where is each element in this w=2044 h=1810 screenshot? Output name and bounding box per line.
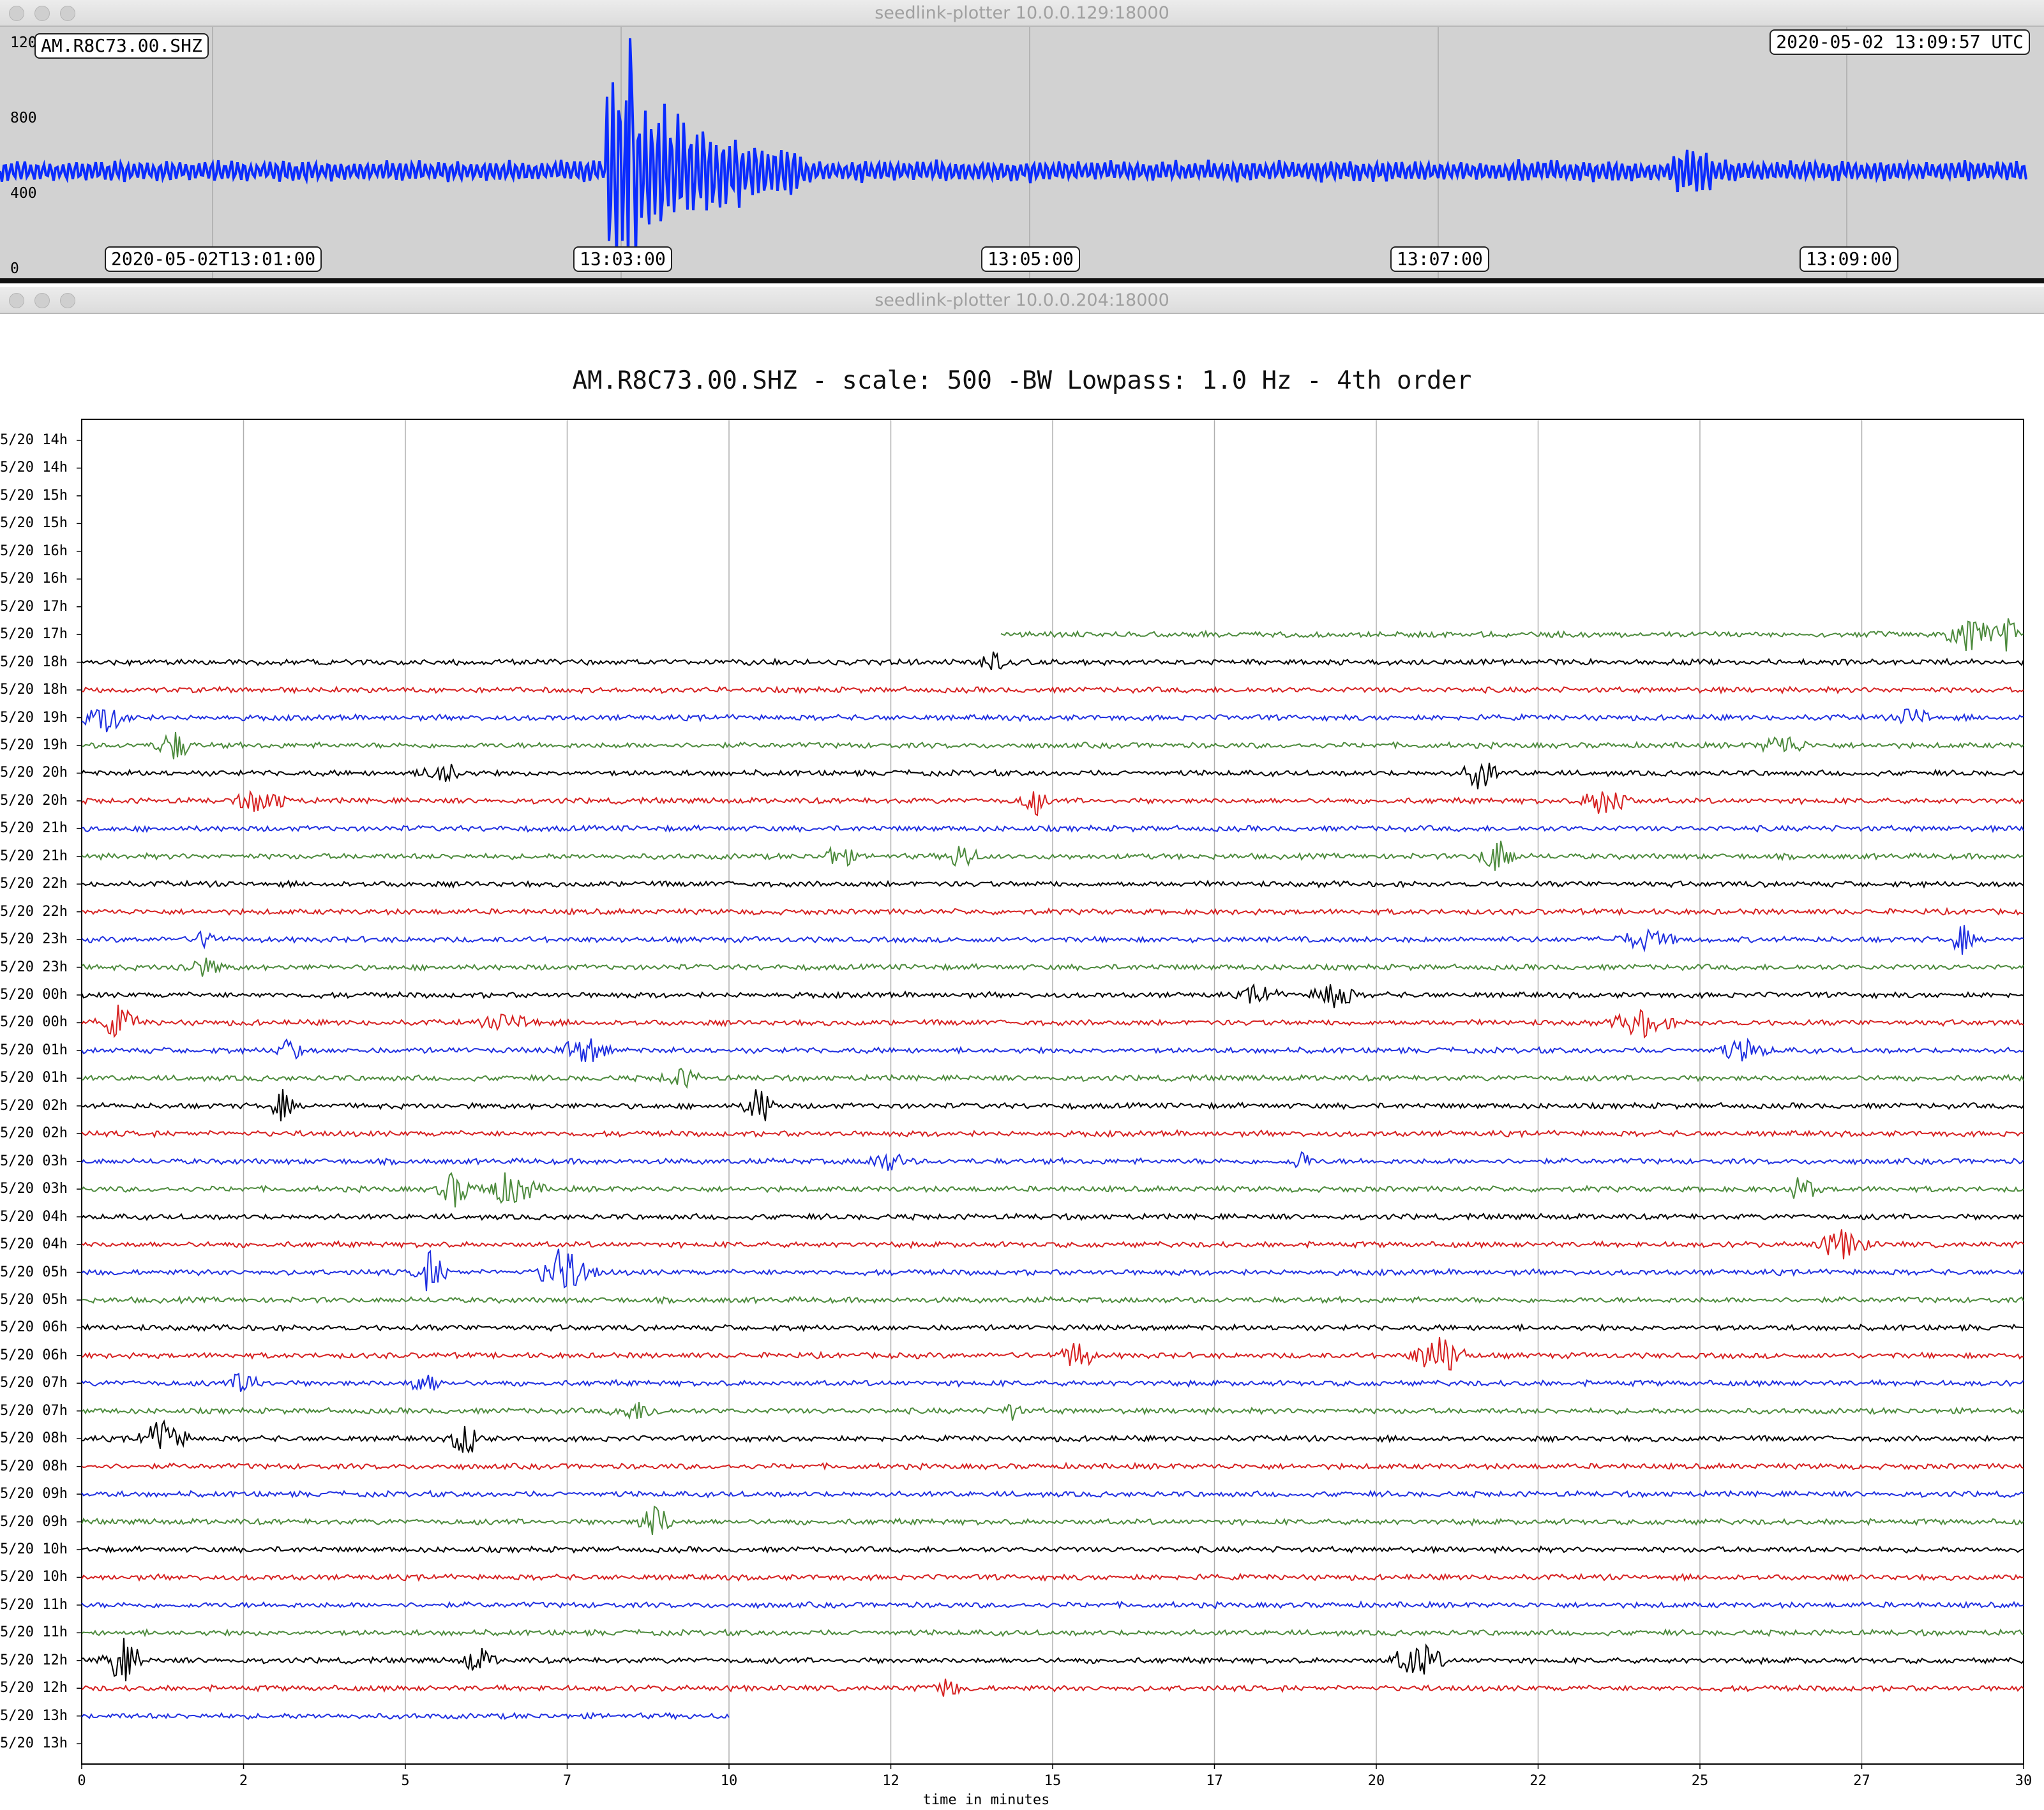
row-label: 5/20 11h [0,1624,68,1641]
station-label: AM.R8C73.00.SHZ [34,33,209,59]
x-tick-label: 10 [720,1773,738,1789]
row-label: 5/20 02h [0,1125,68,1142]
time-label: 13:07:00 [1390,246,1489,272]
row-label: 5/20 10h [0,1569,68,1585]
row-label: 5/20 09h [0,1486,68,1502]
row-label: 5/20 22h [0,876,68,892]
x-tick-label: 22 [1529,1773,1547,1789]
row-label: 5/20 21h [0,820,68,837]
row-label: 5/20 04h [0,1208,68,1225]
x-tick-label: 7 [562,1773,572,1789]
row-label: 5/20 21h [0,848,68,864]
x-tick-label: 0 [77,1773,86,1789]
row-label: 5/20 05h [0,1264,68,1280]
realtime-waveform-svg [0,27,2027,278]
row-label: 5/20 19h [0,737,68,753]
time-label: 13:09:00 [1800,246,1898,272]
time-label: 13:05:00 [981,246,1080,272]
row-label: 5/20 18h [0,682,68,698]
row-label: 5/20 03h [0,1181,68,1197]
row-label: 5/20 08h [0,1458,68,1474]
helicorder-trace [1000,618,2024,652]
row-label: 5/20 04h [0,1236,68,1253]
row-label: 5/20 00h [0,987,68,1003]
row-label: 5/20 17h [0,626,68,643]
helicorder-window: seedlink-plotter 10.0.0.204:18000 AM.R8C… [0,287,2044,1810]
helicorder-window-title: seedlink-plotter 10.0.0.204:18000 [875,290,1169,310]
x-tick-label: 20 [1367,1773,1385,1789]
x-tick-label: 30 [2015,1773,2033,1789]
row-label: 5/20 08h [0,1430,68,1447]
row-label: 5/20 06h [0,1319,68,1336]
row-label: 5/20 14h [0,460,68,476]
y-tick-label: 400 [10,185,37,202]
realtime-waveform-plot: 1200 800 400 0 AM.R8C73.00.SHZ 2020-05-0… [0,27,2044,278]
row-label: 5/20 03h [0,1153,68,1169]
row-label: 5/20 18h [0,654,68,670]
time-label: 13:03:00 [573,246,672,272]
y-tick-label: 0 [10,260,19,277]
row-label: 5/20 01h [0,1042,68,1058]
row-label: 5/20 07h [0,1402,68,1419]
helicorder-plot: AM.R8C73.00.SHZ - scale: 500 -BW Lowpass… [0,314,2044,1810]
top-window-title: seedlink-plotter 10.0.0.129:18000 [875,3,1169,23]
x-tick-label: 25 [1691,1773,1709,1789]
row-label: 5/20 09h [0,1513,68,1530]
row-label: 5/20 10h [0,1541,68,1557]
row-label: 5/20 02h [0,1097,68,1114]
row-label: 5/20 14h [0,432,68,448]
x-tick-label: 2 [239,1773,248,1789]
row-label: 5/20 19h [0,709,68,726]
top-window-titlebar[interactable]: seedlink-plotter 10.0.0.129:18000 [0,0,2044,27]
time-label: 2020-05-02T13:01:00 [105,246,322,272]
row-label: 5/20 13h [0,1707,68,1724]
row-label: 5/20 13h [0,1735,68,1752]
row-label: 5/20 16h [0,571,68,587]
x-tick-label: 12 [882,1773,899,1789]
row-label: 5/20 20h [0,792,68,809]
x-tick-label: 5 [401,1773,410,1789]
timestamp-label: 2020-05-02 13:09:57 UTC [1770,29,2030,55]
row-label: 5/20 12h [0,1652,68,1668]
row-label: 5/20 11h [0,1596,68,1613]
x-tick-label: 27 [1853,1773,1870,1789]
row-label: 5/20 01h [0,1070,68,1086]
row-label: 5/20 05h [0,1291,68,1308]
row-label: 5/20 22h [0,903,68,920]
row-label: 5/20 23h [0,931,68,948]
x-tick-label: 15 [1044,1773,1062,1789]
row-label: 5/20 15h [0,515,68,532]
y-tick-label: 800 [10,110,37,126]
row-label: 5/20 23h [0,959,68,975]
helicorder-window-titlebar[interactable]: seedlink-plotter 10.0.0.204:18000 [0,287,2044,314]
row-label: 5/20 00h [0,1014,68,1031]
row-label: 5/20 06h [0,1347,68,1363]
top-plot-window: seedlink-plotter 10.0.0.129:18000 1200 8… [0,0,2044,283]
row-label: 5/20 17h [0,598,68,615]
helicorder-svg [77,419,2024,1769]
row-label: 5/20 20h [0,765,68,781]
x-tick-label: 17 [1206,1773,1223,1789]
row-label: 5/20 15h [0,487,68,504]
waveform-trace [0,38,2027,267]
row-label: 5/20 16h [0,542,68,559]
row-label: 5/20 12h [0,1680,68,1696]
row-label: 5/20 07h [0,1375,68,1391]
x-axis-label: time in minutes [922,1792,1050,1808]
